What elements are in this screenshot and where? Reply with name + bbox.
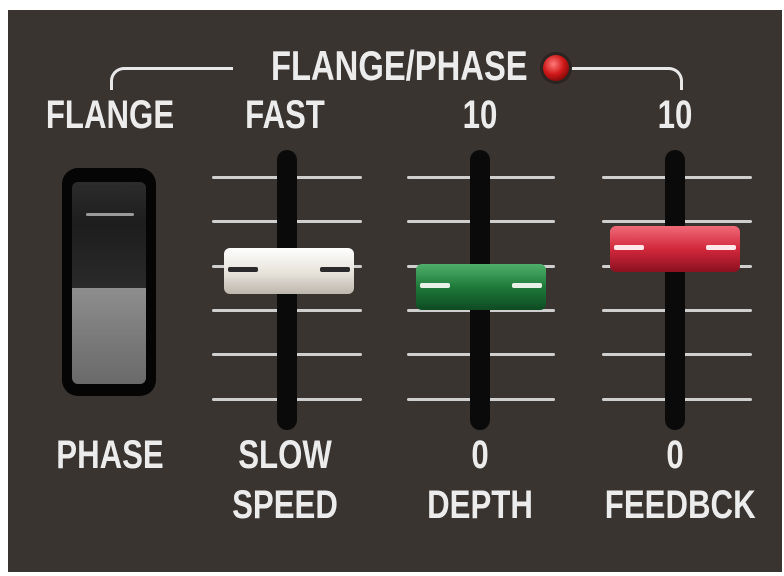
speed-min-label: SLOW <box>238 433 332 477</box>
switch-paddle-bottom <box>72 288 146 384</box>
speed-handle-mark-right <box>320 267 350 272</box>
group-title: FLANGE/PHASE <box>271 42 528 89</box>
depth-top-label: 10 <box>462 93 498 137</box>
switch-bottom-label: PHASE <box>56 433 164 477</box>
feedback-name-label: FEEDBCK <box>604 483 756 527</box>
feedback-handle-mark-left <box>614 244 644 250</box>
depth-name-label: DEPTH <box>427 483 533 527</box>
speed-name-label: SPEED <box>232 483 338 527</box>
group-bracket-left <box>110 67 233 90</box>
group-bracket-right <box>570 67 683 90</box>
feedback-slider-track[interactable] <box>665 150 685 430</box>
speed-handle-mark-left <box>228 267 258 272</box>
depth-handle-mark-right <box>512 283 542 289</box>
led-indicator <box>543 55 569 81</box>
feedback-slider-handle[interactable] <box>610 225 740 272</box>
switch-paddle-top <box>72 182 146 288</box>
feedback-min-label: 0 <box>666 433 684 477</box>
feedback-handle-mark-right <box>706 244 736 250</box>
switch-highlight <box>86 213 134 216</box>
depth-handle-mark-left <box>420 283 450 289</box>
switch-top-label: FLANGE <box>45 93 175 137</box>
feedback-top-label: 10 <box>657 93 693 137</box>
speed-top-label: FAST <box>245 93 325 137</box>
speed-slider-handle[interactable] <box>224 248 354 294</box>
depth-slider-handle[interactable] <box>416 264 546 311</box>
depth-min-label: 0 <box>471 433 489 477</box>
